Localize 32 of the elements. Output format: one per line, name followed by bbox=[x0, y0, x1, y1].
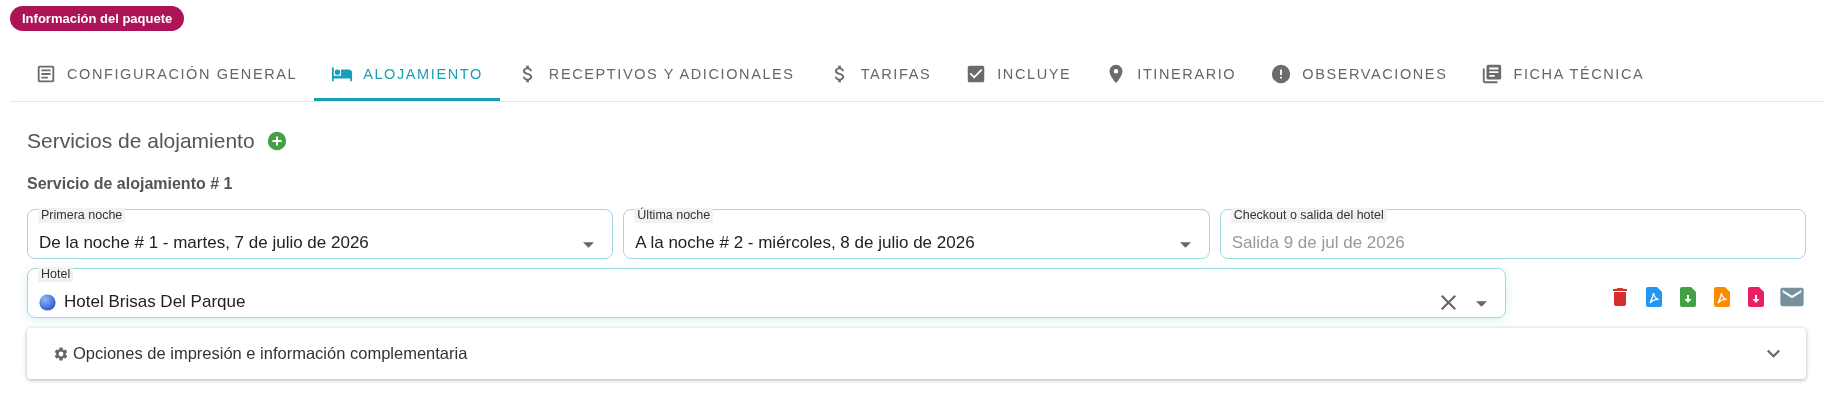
tab[interactable]: OBSERVACIONES bbox=[1253, 50, 1465, 101]
select-field[interactable]: Primera noche De la noche # 1 - martes, 7 de julio de 2026 bbox=[27, 209, 614, 259]
sphere-icon bbox=[39, 293, 56, 311]
caret-icon bbox=[1476, 301, 1487, 307]
add-icon[interactable] bbox=[266, 131, 287, 151]
caret-icon bbox=[583, 242, 595, 248]
tab[interactable]: INCLUYE bbox=[948, 50, 1089, 101]
tab[interactable]: RECEPTIVOS Y ADICIONALES bbox=[499, 50, 812, 101]
package-info-badge: Información del paquete bbox=[10, 6, 185, 31]
section-title: Servicios de alojamiento bbox=[27, 129, 255, 153]
tab[interactable]: CONFIGURACIÓN GENERAL bbox=[18, 50, 315, 101]
tab[interactable]: ALOJAMIENTO bbox=[314, 50, 500, 101]
caret-icon bbox=[1179, 242, 1191, 248]
service-title: Servicio de alojamiento # 1 bbox=[27, 175, 234, 193]
field-label: Última noche bbox=[634, 208, 714, 223]
gear-icon bbox=[53, 345, 69, 362]
chevron-icon bbox=[1767, 349, 1780, 358]
field-label: Checkout o salida del hotel bbox=[1230, 208, 1387, 223]
field-label: Primera noche bbox=[38, 208, 126, 223]
document-icon bbox=[35, 63, 57, 85]
field-label: Hotel bbox=[38, 267, 74, 282]
tab[interactable]: TARIFAS bbox=[811, 50, 949, 101]
hotel-select-field[interactable]: Hotel Hotel Brisas Del Parque bbox=[27, 268, 1506, 318]
documents-icon bbox=[1481, 63, 1504, 85]
panel-title: Opciones de impresión e información complementaria bbox=[73, 344, 469, 363]
print-options-panel[interactable]: Opciones de impresión e información complementaria bbox=[27, 328, 1806, 379]
text-field[interactable]: Checkout o salida del hotel Salida 9 de jul de 2026 bbox=[1219, 209, 1806, 259]
select-field[interactable]: Última noche A la noche # 2 - miércoles, 8 de julio de 2026 bbox=[623, 209, 1210, 259]
tab[interactable]: FICHA TÉCNICA bbox=[1464, 50, 1662, 101]
tab[interactable]: ITINERARIO bbox=[1088, 50, 1254, 101]
close-icon bbox=[1441, 294, 1456, 310]
exclamation-icon bbox=[1270, 63, 1293, 85]
